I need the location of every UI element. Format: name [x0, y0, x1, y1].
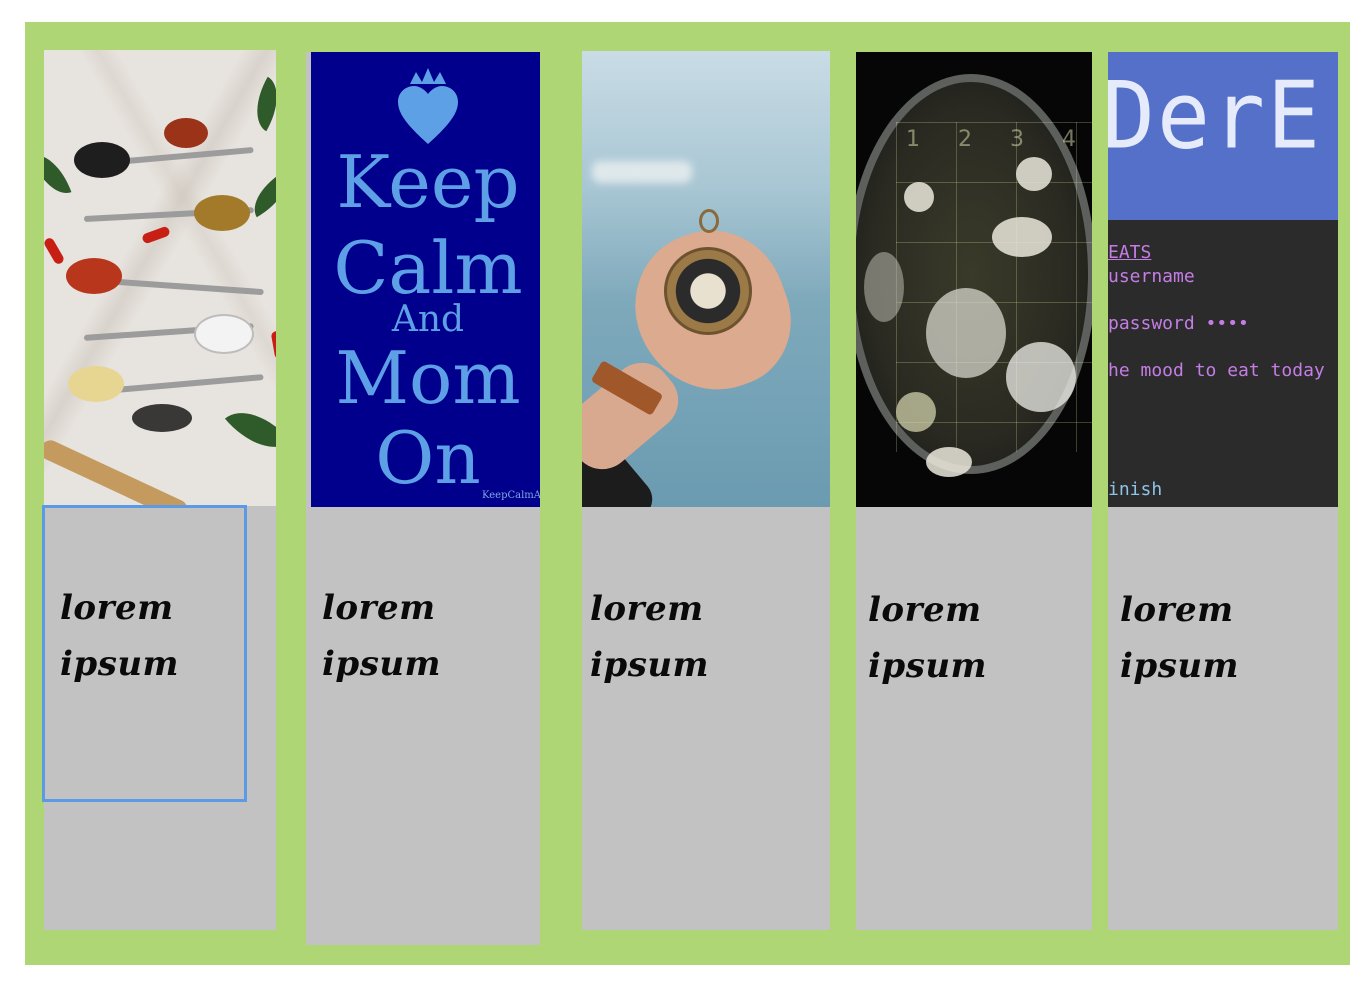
poster-line-on: On — [375, 416, 481, 500]
card-title: lorem ipsum — [868, 590, 988, 686]
terminal-line: inish — [1108, 479, 1163, 500]
grid-number: 1 — [906, 127, 958, 152]
poster-watermark: KeepCalmA — [482, 490, 540, 501]
card-keep-calm[interactable]: Keep Calm And Mom On KeepCalmA lorem ips… — [306, 52, 540, 945]
terminal-line: EATS — [1108, 242, 1152, 263]
poster-line-and: And — [391, 299, 465, 340]
terminal-ascii-banner: DerE — [1108, 61, 1322, 170]
petri-image: 1234 — [856, 52, 1092, 507]
grid-number: 2 — [958, 127, 1010, 152]
terminal-image: DerE EATS username password •••• he mood… — [1108, 52, 1338, 507]
terminal-line: he mood to eat today — [1108, 360, 1325, 381]
card-terminal[interactable]: DerE EATS username password •••• he mood… — [1108, 52, 1338, 930]
card-title: lorem ipsum — [590, 589, 710, 685]
spices-image — [44, 50, 276, 506]
poster-line-mom: Mom — [335, 336, 521, 420]
terminal-line: password •••• — [1108, 313, 1249, 334]
compass-icon — [664, 247, 752, 335]
card-compass[interactable]: lorem ipsum — [582, 51, 830, 930]
card-title: lorem ipsum — [1120, 590, 1240, 686]
card-petri[interactable]: 1234 lorem ipsum — [856, 52, 1092, 930]
keep-calm-image: Keep Calm And Mom On KeepCalmA — [311, 52, 540, 507]
poster-line-keep: Keep — [336, 140, 520, 224]
card-title: lorem ipsum — [60, 588, 180, 684]
poster-line-calm: Calm — [333, 226, 523, 310]
terminal-line: username — [1108, 266, 1195, 287]
crown-heart-icon — [398, 68, 458, 144]
grid-number: 3 — [1010, 127, 1062, 152]
grid-number: 4 — [1062, 127, 1092, 152]
card-title: lorem ipsum — [322, 588, 442, 684]
card-spices[interactable]: lorem ipsum — [44, 50, 276, 930]
compass-image — [582, 51, 830, 507]
